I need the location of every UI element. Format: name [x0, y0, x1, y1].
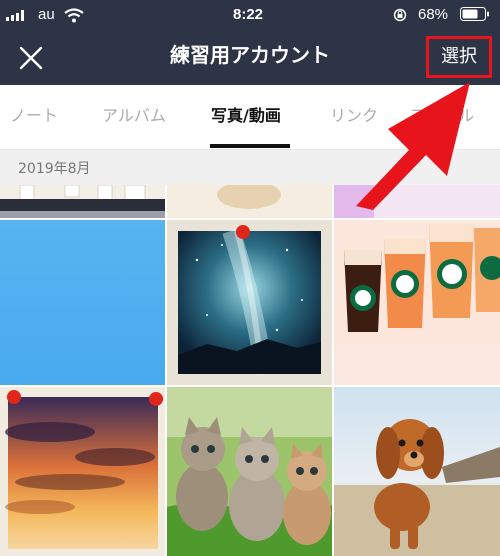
- pin-icon: [236, 225, 250, 239]
- pin-icon: [7, 390, 21, 404]
- blue-sky-photo[interactable]: [0, 220, 165, 385]
- signal-icon: [6, 10, 24, 21]
- carrier-label: au: [38, 6, 55, 23]
- pink-partial-photo[interactable]: [334, 185, 500, 218]
- kittens-photo[interactable]: [167, 387, 332, 556]
- date-section-header: 2019年8月: [0, 150, 500, 185]
- tab-album[interactable]: アルバム: [102, 104, 166, 128]
- starbucks-frappuccino-photo[interactable]: [334, 220, 500, 385]
- tab-photos-videos[interactable]: 写真/動画: [211, 104, 281, 128]
- date-label: 2019年8月: [18, 161, 91, 177]
- active-tab-indicator: [210, 144, 290, 148]
- select-button[interactable]: 選択: [426, 36, 492, 78]
- wifi-icon: [64, 8, 84, 23]
- battery-icon: [460, 7, 489, 21]
- sunset-clouds-photo[interactable]: [0, 387, 165, 556]
- battery-percent: 68%: [418, 6, 449, 23]
- milky-way-photo[interactable]: [167, 220, 332, 385]
- tab-bar: ノート アルバム 写真/動画 リンク ファイル: [0, 85, 500, 150]
- lock-rotation-icon: [393, 8, 407, 22]
- status-bar: au 8:22 68%: [0, 0, 500, 30]
- tab-notes[interactable]: ノート: [10, 104, 58, 128]
- puppy-photo[interactable]: [334, 387, 500, 556]
- dog-partial-photo[interactable]: [167, 185, 332, 218]
- tab-files[interactable]: ファイル: [410, 104, 474, 128]
- header-bar: 練習用アカウント 選択: [0, 30, 500, 85]
- pin-icon: [149, 392, 163, 406]
- tab-links[interactable]: リンク: [330, 104, 378, 128]
- drinks-on-table-photo[interactable]: [0, 185, 165, 218]
- page-title: 練習用アカウント: [170, 43, 330, 67]
- status-time: 8:22: [233, 6, 264, 23]
